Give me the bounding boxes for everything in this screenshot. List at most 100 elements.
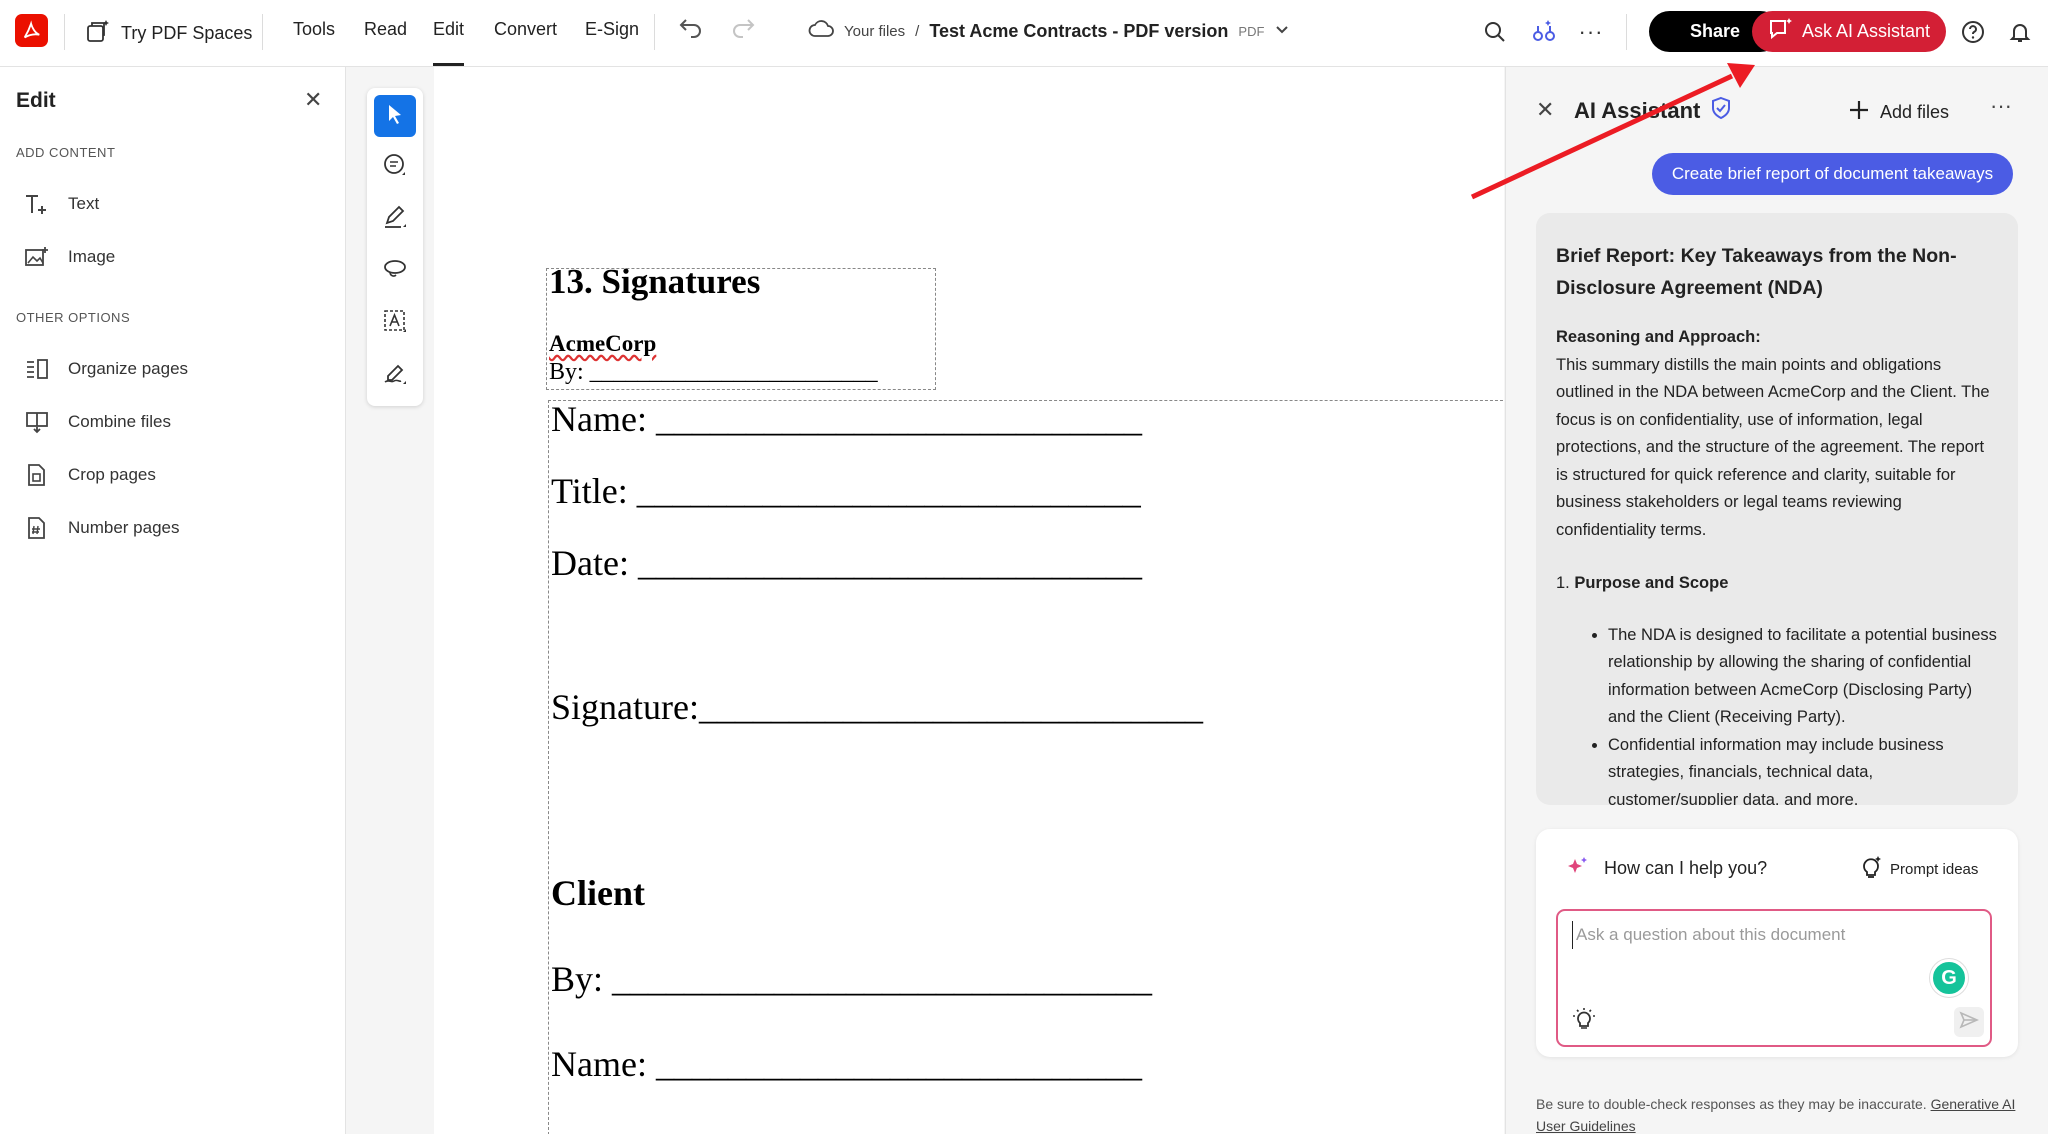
response-section-heading: 1. Purpose and Scope — [1556, 570, 1998, 598]
ai-assistant-title: AI Assistant — [1574, 96, 1732, 126]
crop-pages-label: Crop pages — [68, 465, 156, 484]
question-input-box: G — [1556, 909, 1992, 1047]
question-input[interactable] — [1572, 921, 1932, 949]
tab-e-sign[interactable]: E-Sign — [585, 19, 639, 40]
tab-edit[interactable]: Edit — [433, 19, 465, 66]
shield-check-icon — [1710, 96, 1732, 126]
ask-ai-assistant-button[interactable]: Ask AI Assistant — [1752, 11, 1946, 52]
try-pdf-spaces-button[interactable]: Try PDF Spaces — [85, 18, 252, 49]
section-heading-other-options: OTHER OPTIONS — [16, 310, 131, 325]
pdf-spaces-icon — [85, 18, 111, 49]
comment-tool[interactable] — [374, 146, 416, 188]
crop-pages-icon — [24, 462, 50, 488]
divider — [654, 14, 655, 50]
ai-assistant-panel: ✕ AI Assistant Add files ··· Create brie… — [1505, 67, 2048, 1134]
number-pages-button[interactable]: Number pages — [24, 515, 180, 541]
divider — [64, 14, 65, 50]
add-text-label: Text — [68, 194, 100, 213]
ai-response-card: Brief Report: Key Takeaways from the Non… — [1536, 213, 2018, 805]
quick-tools-rail — [367, 88, 423, 406]
add-text-icon — [24, 191, 50, 217]
prompt-chip[interactable]: Create brief report of document takeaway… — [1652, 153, 2013, 195]
divider — [1626, 14, 1627, 50]
add-text-button[interactable]: Text — [24, 191, 99, 217]
lightbulb-sparkle-icon — [1860, 855, 1882, 883]
undo-icon[interactable] — [678, 16, 704, 45]
response-paragraph: This summary distills the main points an… — [1556, 355, 1990, 539]
ai-chat-icon — [1768, 17, 1794, 46]
company-name: AcmeCorp — [549, 331, 657, 356]
more-options-icon[interactable]: ··· — [1576, 17, 1606, 47]
signature-field-title: Title: ____________________________ — [551, 471, 1141, 511]
prompt-ideas-button[interactable]: Prompt ideas — [1860, 855, 1978, 883]
text-box-icon — [382, 308, 408, 339]
cloud-icon — [808, 19, 834, 43]
help-prompt-label: How can I help you? — [1604, 858, 1768, 878]
combine-files-icon — [24, 409, 50, 435]
lasso-icon — [382, 256, 408, 287]
chevron-down-icon[interactable] — [1274, 23, 1290, 40]
ai-tools-icon[interactable] — [1529, 17, 1559, 47]
signature-field-name: Name: ___________________________ — [551, 399, 1142, 439]
signature-field-signature: Signature:____________________________ — [551, 687, 1203, 727]
number-pages-label: Number pages — [68, 518, 180, 537]
section-title: Purpose and Scope — [1574, 574, 1729, 592]
list-item: The NDA is designed to facilitate a pote… — [1608, 622, 1998, 732]
send-icon — [1959, 1010, 1979, 1035]
response-bullet-list: The NDA is designed to facilitate a pote… — [1556, 622, 1998, 806]
add-image-label: Image — [68, 247, 116, 266]
cursor-arrow-icon — [384, 103, 406, 130]
prompt-chip-label: Create brief report of document takeaway… — [1671, 164, 1994, 183]
divider — [262, 14, 263, 50]
section-heading: 13. Signatures — [549, 262, 761, 301]
grammarly-icon[interactable]: G — [1930, 959, 1968, 997]
response-title: Brief Report: Key Takeaways from the Non… — [1556, 245, 1957, 299]
combine-files-button[interactable]: Combine files — [24, 409, 171, 435]
crop-pages-button[interactable]: Crop pages — [24, 462, 156, 488]
organize-pages-icon — [24, 356, 50, 382]
select-tool[interactable] — [374, 95, 416, 137]
organize-pages-button[interactable]: Organize pages — [24, 356, 188, 382]
add-files-label: Add files — [1880, 102, 1950, 122]
send-button[interactable] — [1954, 1007, 1984, 1037]
combine-files-label: Combine files — [68, 412, 171, 431]
pdf-page: 13. Signatures AcmeCorp By: ____________… — [434, 67, 1508, 1134]
add-image-button[interactable]: Image — [24, 244, 115, 270]
lasso-tool[interactable] — [374, 250, 416, 292]
add-files-button[interactable]: Add files — [1848, 99, 1949, 126]
document-title[interactable]: Test Acme Contracts - PDF version — [929, 21, 1228, 42]
redo-icon[interactable] — [730, 16, 756, 45]
notifications-bell-icon[interactable] — [2005, 17, 2035, 47]
number-pages-icon — [24, 515, 50, 541]
tab-read[interactable]: Read — [364, 19, 407, 40]
acrobat-logo-icon[interactable] — [15, 14, 48, 47]
help-prompt: How can I help you? — [1568, 855, 1767, 882]
search-icon[interactable] — [1480, 17, 1510, 47]
text-box-tool[interactable] — [374, 302, 416, 344]
client-field-by: By: ______________________________ — [551, 959, 1153, 999]
share-label: Share — [1689, 21, 1741, 41]
help-icon[interactable] — [1958, 17, 1988, 47]
ai-assistant-title-label: AI Assistant — [1574, 98, 1701, 123]
list-item: Confidential information may include bus… — [1608, 732, 1998, 806]
breadcrumb-separator: / — [915, 22, 920, 40]
breadcrumb: Your files / Test Acme Contracts - PDF v… — [808, 19, 1290, 43]
lightbulb-icon[interactable] — [1572, 1007, 1596, 1036]
tab-tools[interactable]: Tools — [293, 19, 335, 40]
signature-field-by: By: ________________________ — [549, 359, 878, 385]
top-bar: Try PDF Spaces Tools Read Edit Convert E… — [0, 0, 2048, 67]
pen-icon — [382, 204, 408, 235]
prompt-ideas-label: Prompt ideas — [1890, 860, 1979, 878]
sign-tool[interactable] — [374, 354, 416, 396]
file-type-badge: PDF — [1238, 23, 1265, 39]
close-icon[interactable]: ✕ — [1536, 97, 1554, 123]
tab-convert[interactable]: Convert — [494, 19, 557, 40]
more-options-icon[interactable]: ··· — [1990, 93, 2012, 119]
close-panel-icon[interactable]: ✕ — [304, 87, 322, 113]
comment-icon — [382, 152, 408, 183]
draw-tool[interactable] — [374, 198, 416, 240]
response-subheading: Reasoning and Approach: — [1556, 328, 1761, 346]
breadcrumb-root[interactable]: Your files — [844, 23, 905, 40]
client-field-name: Name: ___________________________ — [551, 1044, 1142, 1084]
section-number: 1. — [1556, 574, 1570, 592]
